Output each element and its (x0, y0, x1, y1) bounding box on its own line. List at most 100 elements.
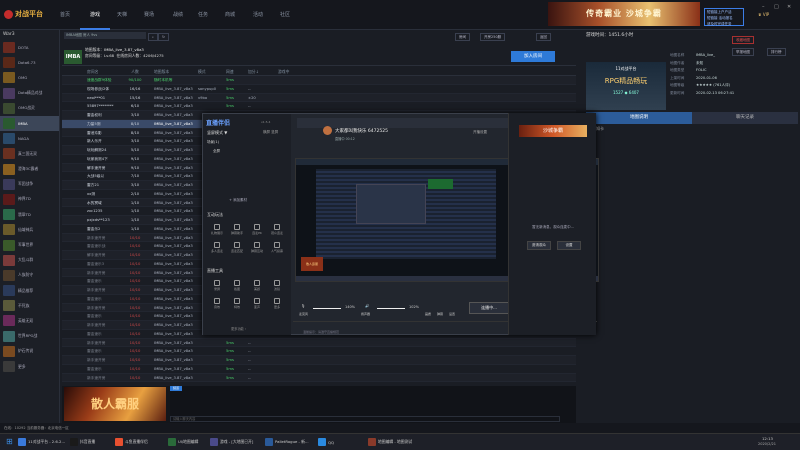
stream-tool-button[interactable]: 礼物展示 (207, 220, 227, 238)
chat-channel-tab[interactable]: 频道 (170, 386, 182, 391)
mode-selector[interactable]: 竖屏模式 ▼ (207, 130, 227, 136)
col-header-mode[interactable]: 模式 (198, 68, 226, 75)
stream-settings-link[interactable]: 开播设置 (473, 130, 487, 135)
taskbar-app[interactable]: UI/地图编辑 (168, 436, 198, 448)
mic-icon[interactable]: 🎙 (301, 304, 305, 308)
bottom-ad-image[interactable]: 散人霸服 (64, 387, 166, 421)
nav-item-7[interactable]: 活动 (243, 0, 273, 30)
sidebar-game-item[interactable]: 真三国无双 (0, 146, 59, 161)
sidebar-game-item[interactable]: 人族防守 (0, 268, 59, 283)
sidebar-game-item[interactable]: IMBA (0, 115, 59, 132)
col-header-score[interactable]: 加分↓ (248, 68, 278, 75)
taskbar-app[interactable]: PalletRogue - 新... (265, 436, 309, 448)
taskbar-app[interactable]: 地图编辑 - 地图测试 (368, 436, 412, 448)
stream-tool-button[interactable]: 音效 (207, 294, 227, 312)
stream-tool-button[interactable]: 观众连麦 (267, 220, 287, 238)
sidebar-game-item[interactable]: DOTA (0, 40, 59, 55)
sidebar-game-item[interactable]: 军事世界 (0, 237, 59, 252)
stream-tool-button[interactable]: 弹幕助手 (227, 220, 247, 238)
table-row[interactable]: 新手速开房 10/10 IMBA_live_3.87_v8a3 5ms -- (62, 356, 576, 365)
sidebar-game-item[interactable]: 不死族 (0, 298, 59, 313)
taskbar-app[interactable]: QQ (318, 436, 334, 448)
rank-button[interactable]: 排行榜 (767, 48, 786, 56)
danmaku-button[interactable]: 弹幕 (437, 312, 443, 316)
table-row[interactable]: 雷金速乐 10/10 IMBA_live_3.87_v8a3 5ms -- (62, 365, 576, 374)
quality-button[interactable]: 画质 (425, 312, 431, 316)
nav-item-0[interactable]: 首页 (50, 0, 80, 30)
stream-tool-button[interactable]: 人气投票 (267, 238, 287, 256)
nav-item-8[interactable]: 社区 (270, 0, 300, 30)
settings-button[interactable]: 设置 (449, 312, 455, 316)
top-ad-banner[interactable]: 传奇霸业 沙城争霸 (548, 2, 700, 26)
stream-tool-button[interactable]: 录屏 (207, 276, 227, 294)
streamer-avatar[interactable] (323, 126, 332, 135)
report-map-button[interactable]: 举报地图 (732, 48, 754, 56)
stream-tool-button[interactable]: 特效 (227, 294, 247, 312)
stream-tool-button[interactable]: 更多 (267, 294, 287, 312)
start-stream-button[interactable]: 连播中... (469, 302, 509, 314)
stream-tool-button[interactable]: 截图 (227, 276, 247, 294)
refresh-icon[interactable]: ↻ (158, 33, 169, 41)
stream-tool-button[interactable]: 连麦PK (247, 220, 267, 238)
sidebar-game-item[interactable]: 英雄无双 (0, 313, 59, 328)
col-header-ingame[interactable]: 游戏中 (278, 68, 318, 75)
sidebar-game-item[interactable]: OMG战灵 (0, 101, 59, 116)
stream-tool-button[interactable]: 连麦匹配 (227, 238, 247, 256)
sidebar-game-item[interactable]: 仙域神兵 (0, 222, 59, 237)
table-row[interactable]: 55897******** 6/10 IMBA_live_3.87_v8a3 5ms -… (62, 102, 576, 111)
chat-input[interactable]: 请输入聊天内容 (170, 416, 560, 422)
invite-viewer-button[interactable]: 邀请观众 (527, 241, 551, 250)
speaker-slider[interactable] (377, 308, 405, 309)
sidebar-game-item[interactable]: Dota6.73 (0, 55, 59, 70)
close-icon[interactable]: ✕ (787, 4, 791, 10)
col-header-map[interactable]: 地图版本 (148, 68, 198, 75)
maximize-icon[interactable]: □ (774, 4, 779, 10)
room-filter-button[interactable]: 房间 (455, 33, 470, 41)
mode-toggle[interactable]: 横屏 竖屏 (263, 130, 278, 135)
side-settings-button[interactable]: 设置 (557, 241, 581, 250)
table-row[interactable]: 新手速开房 10/10 IMBA_live_3.87_v8a3 5ms -- (62, 338, 576, 348)
room-search-input[interactable]: IMBA地图 房人 9vs (64, 32, 146, 39)
nav-item-1[interactable]: 游戏 (80, 0, 110, 30)
stream-tool-button[interactable]: 弹幕互动 (247, 238, 267, 256)
scene-item[interactable]: 全屏 (213, 149, 220, 154)
create-room-button[interactable]: 开房250服 (480, 33, 506, 41)
tab-map-desc[interactable]: 地图说明 (586, 112, 692, 124)
vip-badge[interactable]: ♛ VIP (758, 12, 798, 17)
side-ad[interactable]: 沙城争霸 (519, 125, 587, 137)
map-preview-image[interactable]: 11对战平台 RPG精品畅玩 1527 ◆ 6407 (586, 62, 666, 110)
stream-tool-button[interactable]: 美颜 (247, 276, 267, 294)
taskbar-app[interactable]: 11对战平台 - 2.6.2... (18, 436, 65, 448)
notice-box[interactable]: 短链接上户户活 短链接 活动报名 请及时完成任务 (704, 8, 744, 26)
sidebar-game-item[interactable]: NAGA (0, 131, 59, 146)
sidebar-game-item[interactable]: 大乱斗群 (0, 253, 59, 268)
col-header-name[interactable]: 房间名 (62, 68, 122, 75)
nav-item-2[interactable]: 天梯 (107, 0, 137, 30)
nav-item-3[interactable]: 赛场 (134, 0, 164, 30)
col-header-players[interactable]: 人数 (122, 68, 148, 75)
speaker-icon[interactable]: 🔊 (365, 304, 369, 308)
sidebar-game-item[interactable]: OMG (0, 70, 59, 85)
sidebar-game-item[interactable]: 更多 (0, 359, 59, 374)
sidebar-game-item[interactable]: 精品推荐 (0, 283, 59, 298)
favorite-map-button[interactable]: 收藏地图 (732, 36, 754, 44)
sidebar-game-item[interactable]: 神界TD (0, 192, 59, 207)
sidebar-game-item[interactable]: 世界RPG战 (0, 329, 59, 344)
table-row[interactable]: 速度战群9体验 90/100 随时本机等 5ms (62, 76, 576, 85)
sidebar-game-item[interactable]: 翡翠TD (0, 207, 59, 222)
sidebar-game-item[interactable]: Dota精品对战 (0, 86, 59, 101)
return-button[interactable]: 返回 (536, 33, 551, 41)
add-source-button[interactable]: + 添加素材 (229, 198, 247, 203)
table-row[interactable]: 新手速开房 10/10 IMBA_live_3.87_v8a3 5ms -- (62, 373, 576, 383)
taskbar-app[interactable]: 抖音直播 (70, 436, 95, 448)
taskbar-app[interactable]: 斗鱼直播伴侣 (115, 436, 148, 448)
sidebar-game-item[interactable]: 军团战争 (0, 177, 59, 192)
minimize-icon[interactable]: – (762, 4, 765, 10)
sidebar-game-item[interactable]: 炉石传说 (0, 344, 59, 359)
stream-tool-button[interactable]: 滤镜 (267, 276, 287, 294)
app-logo[interactable]: 对战平台 (4, 6, 48, 22)
nav-item-6[interactable]: 商城 (215, 0, 245, 30)
mic-slider[interactable] (313, 308, 341, 309)
stream-tool-button[interactable]: 多人连麦 (207, 238, 227, 256)
taskbar-app[interactable]: 游戏 - [大地图已开] (210, 436, 253, 448)
